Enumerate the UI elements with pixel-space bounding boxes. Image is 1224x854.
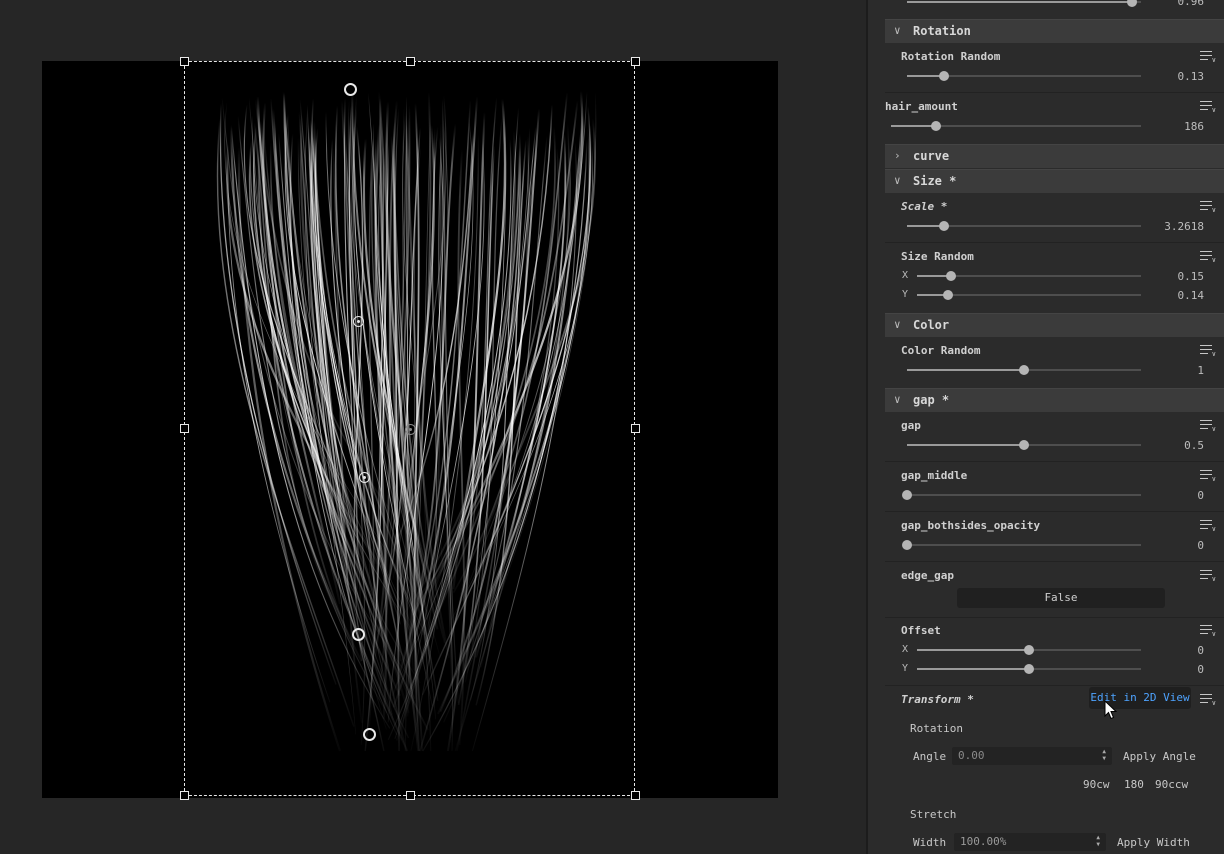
handle-top-right[interactable] <box>631 57 640 66</box>
scale-label: Scale * <box>901 200 948 213</box>
offset-x-value: 0 <box>1197 644 1204 657</box>
hair-amount-label: hair_amount <box>885 100 958 113</box>
gap-bothsides-opacity-value: 0 <box>1197 539 1204 552</box>
handle-bottom-left[interactable] <box>180 791 189 800</box>
pivot-point[interactable] <box>405 424 416 435</box>
gap-bothsides-opacity-label: gap_bothsides_opacity <box>901 519 1041 532</box>
edge-gap-toggle-button[interactable]: False <box>957 588 1165 608</box>
gap-middle-label: gap_middle <box>901 469 968 482</box>
section-rotation[interactable]: ∨ Rotation <box>885 19 1224 43</box>
property-panel: 0.96 ∨ Rotation Rotation Random ∨ 0.13 h… <box>868 0 1224 854</box>
handle-top-left[interactable] <box>180 57 189 66</box>
2d-viewport[interactable] <box>0 0 866 854</box>
curve-point-3[interactable] <box>359 472 370 483</box>
color-random-slider[interactable] <box>907 365 1141 375</box>
curve-point-top[interactable] <box>344 83 357 96</box>
width-input[interactable]: 100.00% ▲ ▼ <box>954 833 1106 851</box>
offset-y-axis: Y <box>902 663 909 674</box>
apply-width-button[interactable]: Apply Width <box>1117 836 1190 849</box>
menu-icon[interactable]: ∨ <box>1200 101 1216 114</box>
angle-input[interactable]: 0.00 ▲ ▼ <box>952 747 1112 765</box>
top-slider-value: 0.96 <box>1177 0 1205 8</box>
chevron-down-icon: ∨ <box>894 174 901 187</box>
section-curve[interactable]: › curve <box>885 144 1224 168</box>
edge-gap-label: edge_gap <box>901 569 954 582</box>
gap-middle-slider[interactable] <box>902 490 1141 500</box>
section-gap[interactable]: ∨ gap * <box>885 388 1224 412</box>
rotation-random-label: Rotation Random <box>901 50 1001 63</box>
rotate-90ccw-button[interactable]: 90ccw <box>1155 778 1188 791</box>
offset-x-axis: X <box>902 644 909 655</box>
handle-bottom-right[interactable] <box>631 791 640 800</box>
spin-arrows-icon[interactable]: ▲ ▼ <box>1102 748 1106 762</box>
mouse-cursor-icon <box>1104 700 1118 720</box>
menu-icon[interactable]: ∨ <box>1200 251 1216 264</box>
hair-amount-slider[interactable] <box>891 121 1141 131</box>
offset-y-value: 0 <box>1197 663 1204 676</box>
section-size[interactable]: ∨ Size * <box>885 169 1224 193</box>
menu-icon[interactable]: ∨ <box>1200 694 1216 707</box>
chevron-down-icon: ∨ <box>894 24 901 37</box>
menu-icon[interactable]: ∨ <box>1200 420 1216 433</box>
scale-slider[interactable] <box>907 221 1141 231</box>
color-random-value: 1 <box>1197 364 1204 377</box>
size-random-x-slider[interactable] <box>917 271 1141 281</box>
handle-middle-left[interactable] <box>180 424 189 433</box>
gap-value: 0.5 <box>1184 439 1204 452</box>
menu-icon[interactable]: ∨ <box>1200 625 1216 638</box>
angle-label: Angle <box>913 750 947 763</box>
gap-bothsides-opacity-slider[interactable] <box>902 540 1141 550</box>
offset-label: Offset <box>901 624 941 637</box>
apply-angle-button[interactable]: Apply Angle <box>1123 750 1196 763</box>
menu-icon[interactable]: ∨ <box>1200 201 1216 214</box>
stretch-group-label: Stretch <box>910 808 957 821</box>
chevron-down-icon: ∨ <box>894 393 901 406</box>
spin-arrows-icon[interactable]: ▲ ▼ <box>1096 834 1100 848</box>
gap-middle-value: 0 <box>1197 489 1204 502</box>
width-label: Width <box>913 836 947 849</box>
handle-bottom-center[interactable] <box>406 791 415 800</box>
size-random-x-axis: X <box>902 270 909 281</box>
size-random-y-axis: Y <box>902 289 909 300</box>
section-color[interactable]: ∨ Color <box>885 313 1224 337</box>
color-random-label: Color Random <box>901 344 981 357</box>
chevron-right-icon: › <box>894 149 901 162</box>
rotation-random-slider[interactable] <box>907 71 1141 81</box>
menu-icon[interactable]: ∨ <box>1200 51 1216 64</box>
hair-amount-value: 186 <box>1184 120 1204 133</box>
size-random-label: Size Random <box>901 250 974 263</box>
curve-point-bottom[interactable] <box>363 728 376 741</box>
rotate-180-button[interactable]: 180 <box>1124 778 1144 791</box>
curve-point-2[interactable] <box>353 316 364 327</box>
chevron-down-icon: ∨ <box>894 318 901 331</box>
menu-icon[interactable]: ∨ <box>1200 570 1216 583</box>
scale-value: 3.2618 <box>1164 220 1204 233</box>
menu-icon[interactable]: ∨ <box>1200 520 1216 533</box>
size-random-y-slider[interactable] <box>917 290 1141 300</box>
rotate-90cw-button[interactable]: 90cw <box>1083 778 1110 791</box>
gap-slider[interactable] <box>907 440 1141 450</box>
size-random-x-value: 0.15 <box>1177 270 1205 283</box>
top-slider[interactable] <box>907 0 1141 7</box>
menu-icon[interactable]: ∨ <box>1200 470 1216 483</box>
rotation-group-label: Rotation <box>910 722 963 735</box>
transform-label: Transform * <box>901 693 974 706</box>
menu-icon[interactable]: ∨ <box>1200 345 1216 358</box>
rotation-random-value: 0.13 <box>1177 70 1205 83</box>
size-random-y-value: 0.14 <box>1177 289 1205 302</box>
offset-x-slider[interactable] <box>917 645 1141 655</box>
gap-label: gap <box>901 419 921 432</box>
curve-point-4[interactable] <box>352 628 365 641</box>
handle-top-center[interactable] <box>406 57 415 66</box>
handle-middle-right[interactable] <box>631 424 640 433</box>
offset-y-slider[interactable] <box>917 664 1141 674</box>
